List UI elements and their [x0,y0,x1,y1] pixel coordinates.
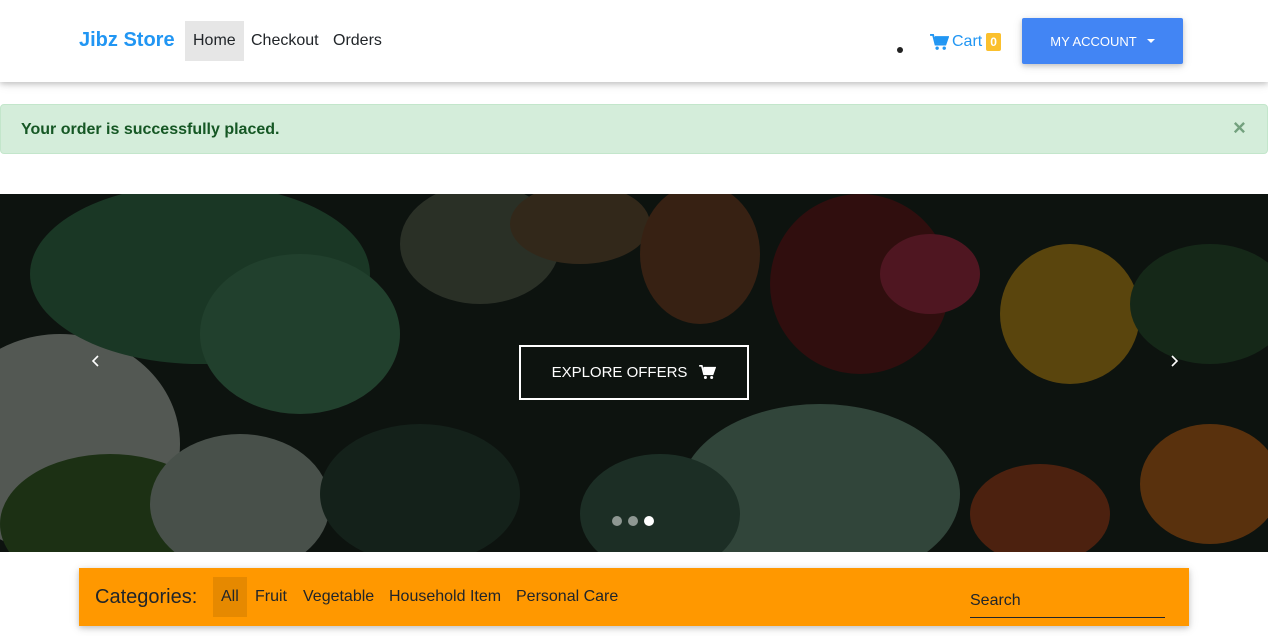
category-bar: Categories: All Fruit Vegetable Househol… [79,568,1189,626]
category-all[interactable]: All [213,577,247,617]
cart-label: Cart [952,33,983,50]
nav-home[interactable]: Home [185,21,244,61]
chevron-left-icon[interactable] [89,354,103,368]
cart-count-badge: 0 [986,33,1001,51]
top-navbar: Jibz Store Home Checkout Orders Cart 0 M… [0,0,1268,82]
carousel-indicator-2[interactable] [628,516,638,526]
category-vegetable[interactable]: Vegetable [295,577,382,617]
close-icon[interactable]: × [1233,117,1246,139]
carousel-indicator-1[interactable] [612,516,622,526]
explore-offers-label: Explore Offers [551,364,688,381]
search-input[interactable] [970,584,1165,618]
my-account-label: My Account [1050,33,1137,49]
success-alert: Your order is successfully placed. × [0,104,1268,154]
category-fruit[interactable]: Fruit [247,577,295,617]
alert-message: Your order is successfully placed. [21,121,280,138]
nav-orders[interactable]: Orders [325,21,390,61]
brand-logo[interactable]: Jibz Store [79,29,175,52]
carousel-indicator-3[interactable] [644,516,654,526]
category-household-item[interactable]: Household Item [381,577,509,617]
carousel-indicators [612,516,654,526]
my-account-button[interactable]: My Account [1022,18,1183,64]
explore-offers-button[interactable]: Explore Offers [519,345,749,400]
hero-carousel: Explore Offers [0,194,1268,552]
category-personal-care[interactable]: Personal Care [508,577,626,617]
cart-link[interactable]: Cart 0 [930,31,1001,53]
shopping-cart-icon [699,365,717,379]
caret-down-icon [1146,39,1155,43]
nav-checkout[interactable]: Checkout [243,21,327,61]
chevron-right-icon[interactable] [1167,354,1181,368]
shopping-cart-icon [930,33,949,50]
bullet-dot [897,47,903,53]
categories-title: Categories: [95,586,198,608]
